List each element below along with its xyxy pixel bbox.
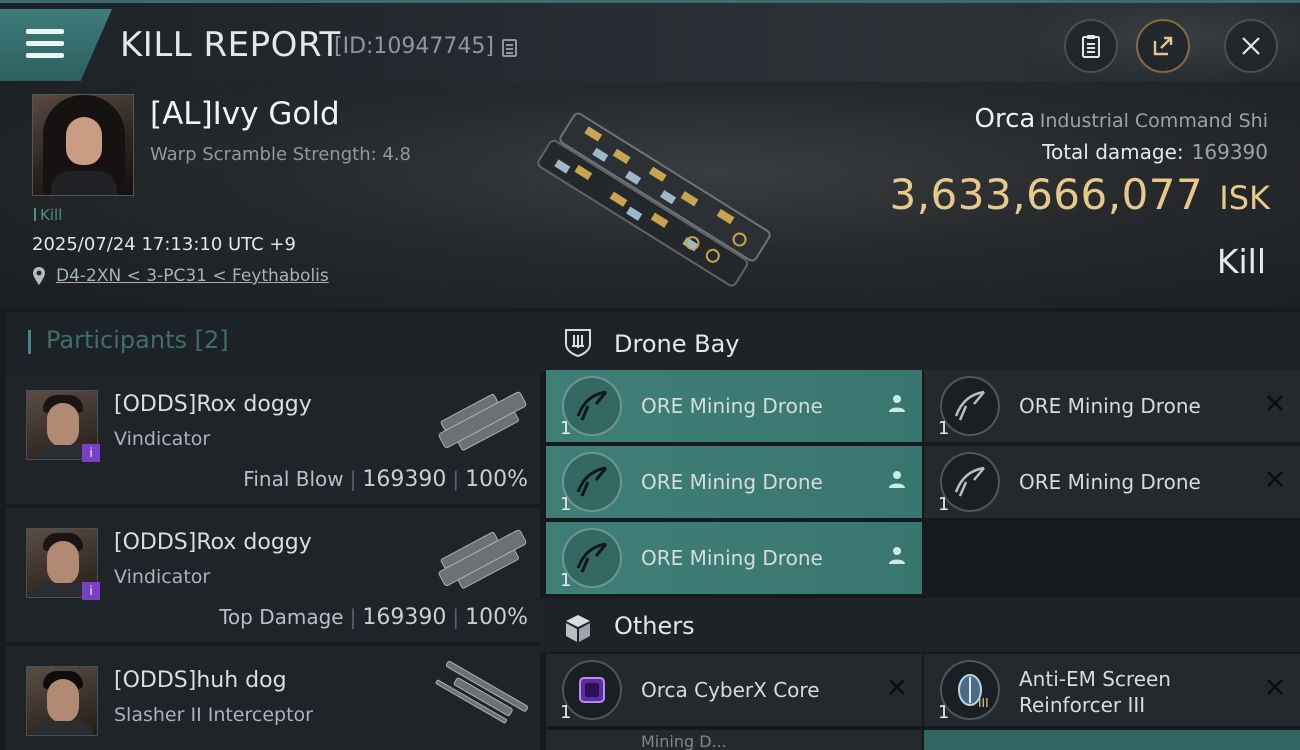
participants-count: [2]: [194, 326, 229, 354]
participant-ship: Vindicator: [114, 428, 211, 450]
item-ore-mining-drone[interactable]: 1 ORE Mining Drone: [924, 446, 1300, 518]
others-title: Others: [614, 612, 695, 640]
dropped-person-icon: [889, 547, 905, 564]
participant-name[interactable]: [ODDS]Rox doggy: [114, 530, 312, 555]
participant-percent: 100%: [465, 467, 528, 492]
vindicator-ship-image[interactable]: [426, 514, 538, 600]
dropped-person-icon: [889, 471, 905, 488]
others-header: Others: [540, 598, 1300, 652]
share-icon: [1153, 36, 1173, 56]
cube-icon: [566, 615, 590, 642]
drone-bay-title: Drone Bay: [614, 330, 740, 358]
drone-bay-header: Drone Bay: [540, 312, 1300, 372]
ship-name[interactable]: Orca: [975, 104, 1036, 134]
report-id: [ID:10947745]: [334, 34, 494, 59]
item-partial[interactable]: [924, 730, 1300, 750]
item-ore-mining-drone[interactable]: 1 ORE Mining Drone: [546, 522, 922, 594]
isk-value-line: 3,633,666,077 ISK: [889, 170, 1270, 219]
isk-unit: ISK: [1219, 179, 1270, 217]
participant-damage: 169390: [362, 605, 447, 630]
participant-role: Top Damage: [219, 605, 344, 629]
item-ore-mining-drone[interactable]: 1 ORE Mining Drone: [546, 446, 922, 518]
item-name: ORE Mining Drone: [641, 546, 823, 570]
item-qty: 1: [560, 570, 572, 591]
drone-bay-icon: [565, 329, 591, 358]
destroyed-x-icon: [1267, 395, 1283, 411]
participant-row[interactable]: i [ODDS]Rox doggy Vindicator Final Blow |…: [6, 370, 540, 504]
participant-row[interactable]: [ODDS]huh dog Slasher II Interceptor: [6, 646, 540, 750]
item-name: Orca CyberX Core: [641, 678, 820, 702]
info-badge: i: [82, 444, 100, 462]
isk-value: 3,633,666,077: [889, 170, 1204, 219]
close-button[interactable]: [1224, 19, 1278, 73]
slasher-ship-image[interactable]: [426, 652, 538, 738]
destroyed-x-icon: [889, 679, 905, 695]
location-link[interactable]: D4-2XN < 3-PC31 < Feythabolis: [32, 266, 329, 286]
participant-percent: 100%: [465, 605, 528, 630]
item-partial[interactable]: Mining D...: [546, 730, 922, 750]
orca-ship-image[interactable]: [512, 104, 797, 294]
victim-portrait[interactable]: [32, 94, 134, 196]
item-ore-mining-drone[interactable]: 1 ORE Mining Drone: [546, 370, 922, 442]
participant-stats: Final Blow | 169390 | 100%: [243, 467, 528, 492]
page-title: KILL REPORT: [120, 25, 341, 65]
menu-icon: [26, 29, 64, 65]
copy-icon[interactable]: [502, 39, 517, 57]
ship-class: Industrial Command Shi: [1039, 110, 1268, 132]
vindicator-ship-image[interactable]: [426, 376, 538, 462]
item-qty: 1: [938, 702, 950, 723]
total-damage-label: Total damage:: [1042, 140, 1184, 164]
dropped-person-icon: [889, 395, 905, 412]
item-orca-cyberx-core[interactable]: 1 Orca CyberX Core: [546, 654, 922, 726]
item-name: ORE Mining Drone: [1019, 394, 1201, 418]
ship-type-line: Orca Industrial Command Shi: [975, 104, 1269, 134]
item-name: ORE Mining Drone: [641, 394, 823, 418]
participant-ship: Slasher II Interceptor: [114, 704, 313, 726]
avatar[interactable]: [26, 666, 98, 736]
close-icon: [1242, 37, 1260, 55]
share-button[interactable]: [1136, 19, 1190, 73]
result-label: Kill: [1216, 242, 1266, 281]
kill-timestamp: 2025/07/24 17:13:10 UTC +9: [32, 234, 296, 255]
item-name: ORE Mining Drone: [641, 470, 823, 494]
victim-name[interactable]: [AL]Ivy Gold: [150, 96, 340, 132]
participants-panel: Participants [2] i [ODDS]Rox doggy Vindi…: [0, 308, 540, 750]
participant-stats: Top Damage | 169390 | 100%: [219, 605, 528, 630]
item-anti-em-screen-reinforcer[interactable]: III 1 Anti-EM Screen Reinforcer III: [924, 654, 1300, 726]
participant-name[interactable]: [ODDS]huh dog: [114, 668, 287, 693]
item-name: Mining D...: [641, 732, 727, 750]
top-bar: KILL REPORT [ID:10947745]: [0, 0, 1300, 85]
participants-title: Participants [2]: [46, 326, 229, 354]
item-qty: 1: [560, 702, 572, 723]
participant-name[interactable]: [ODDS]Rox doggy: [114, 392, 312, 417]
warp-scramble-strength: Warp Scramble Strength: 4.8: [150, 144, 412, 165]
item-qty: 1: [938, 418, 950, 439]
menu-button[interactable]: [0, 9, 112, 81]
item-qty: 1: [560, 494, 572, 515]
item-qty: 1: [938, 494, 950, 515]
participant-ship: Vindicator: [114, 566, 211, 588]
clipboard-icon: [1082, 35, 1100, 58]
destroyed-x-icon: [1267, 679, 1283, 695]
participant-role: Final Blow: [243, 467, 344, 491]
total-damage-value: 169390: [1191, 140, 1268, 164]
tier-label: III: [978, 696, 989, 710]
item-name: Anti-EM Screen Reinforcer III: [1019, 667, 1171, 717]
location-pin-icon: [33, 267, 45, 285]
participants-header: Participants [2]: [6, 312, 540, 370]
item-ore-mining-drone[interactable]: 1 ORE Mining Drone: [924, 370, 1300, 442]
item-name: ORE Mining Drone: [1019, 470, 1201, 494]
items-panel: Drone Bay 1 ORE Mining Drone 1 ORE Minin…: [540, 308, 1300, 750]
destroyed-x-icon: [1267, 471, 1283, 487]
location-text[interactable]: D4-2XN < 3-PC31 < Feythabolis: [56, 266, 329, 286]
total-damage: Total damage: 169390: [1042, 140, 1268, 164]
victim-banner: [AL]Ivy Gold Warp Scramble Strength: 4.8…: [0, 82, 1300, 308]
item-qty: 1: [560, 418, 572, 439]
info-badge: i: [82, 582, 100, 600]
participant-damage: 169390: [362, 467, 447, 492]
kill-tag: Kill: [34, 206, 62, 224]
participant-row[interactable]: i [ODDS]Rox doggy Vindicator Top Damage |…: [6, 508, 540, 642]
clipboard-button[interactable]: [1064, 19, 1118, 73]
